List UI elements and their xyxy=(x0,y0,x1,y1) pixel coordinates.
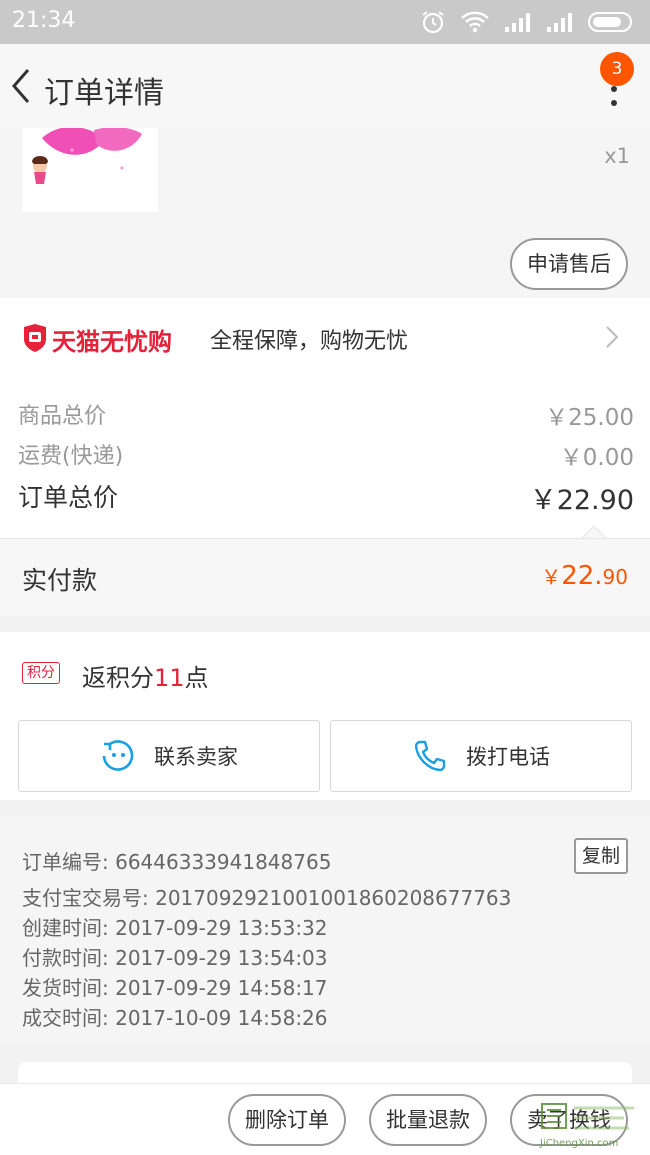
order-total-value: ￥22.90 xyxy=(529,485,634,516)
battery-icon xyxy=(588,12,632,32)
batch-refund-button[interactable]: 批量退款 xyxy=(369,1094,487,1146)
notification-badge: 3 xyxy=(600,52,634,86)
chevron-right-icon xyxy=(606,326,619,348)
nav-bar: 订单详情 3 xyxy=(0,44,650,128)
created-time: 创建时间: 2017-09-29 13:53:32 xyxy=(22,916,328,940)
product-image[interactable] xyxy=(22,128,158,212)
pointer-triangle-icon xyxy=(582,525,606,538)
currency-symbol: ￥ xyxy=(541,565,562,589)
alarm-icon xyxy=(422,11,444,34)
actual-payment-row: 实付款 ￥22.90 xyxy=(0,538,650,616)
points-text: 返积分11点 xyxy=(82,658,209,693)
apply-aftersale-button[interactable]: 申请售后 xyxy=(510,238,628,290)
wifi-icon xyxy=(461,11,489,33)
shipping-value: ￥0.00 xyxy=(559,445,634,471)
product-section: x1 申请售后 xyxy=(0,128,650,298)
signal-icon xyxy=(505,13,530,32)
shipping-label: 运费(快递) xyxy=(18,444,124,469)
status-bar: 21:34 xyxy=(0,0,650,44)
completed-time: 成交时间: 2017-10-09 14:58:26 xyxy=(22,1006,328,1030)
contact-seller-label: 联系卖家 xyxy=(154,745,238,769)
more-dot-icon xyxy=(611,86,617,92)
points-tag: 积分 xyxy=(22,662,60,684)
payment-integer: 22. xyxy=(561,561,603,591)
call-phone-button[interactable]: 拨打电话 xyxy=(330,720,632,792)
points-count: 11 xyxy=(154,664,185,692)
order-number: 订单编号: 664463339418487​65 xyxy=(22,850,332,874)
goods-total-row: 商品总价 ￥25.00 xyxy=(18,398,634,432)
alipay-trade-number: 支付宝交易号: 2017092921001001860208677763 xyxy=(22,886,512,910)
payment-decimal: 90 xyxy=(602,565,628,589)
page-title: 订单详情 xyxy=(44,76,164,111)
chevron-left-icon xyxy=(12,69,30,103)
more-dot-icon xyxy=(611,100,617,106)
order-total-label: 订单总价 xyxy=(18,483,119,512)
status-time: 21:34 xyxy=(12,8,76,33)
chat-face-icon xyxy=(102,740,134,771)
goods-total-value: ￥25.00 xyxy=(545,405,634,431)
tmall-brand-name: 天猫无忧购 xyxy=(52,328,172,356)
tmall-slogan: 全程保障，购物无忧 xyxy=(210,329,409,354)
points-contact-section: 积分 返积分11点 联系卖家 拨打电话 xyxy=(0,632,650,800)
status-icons xyxy=(420,9,636,35)
product-quantity: x1 xyxy=(604,144,630,168)
bottom-action-bar: 删除订单 批量退款 卖了换钱 xyxy=(0,1083,650,1155)
shipping-row: 运费(快递) ￥0.00 xyxy=(18,438,634,472)
signal-icon xyxy=(547,13,572,32)
delete-order-button[interactable]: 删除订单 xyxy=(228,1094,346,1146)
shipped-time: 发货时间: 2017-09-29 14:58:17 xyxy=(22,976,328,1000)
order-total-row: 订单总价 ￥22.90 xyxy=(18,478,634,517)
tmall-guarantee-row[interactable]: 天猫无忧购 全程保障，购物无忧 xyxy=(0,298,650,378)
paid-time: 付款时间: 2017-09-29 13:54:03 xyxy=(22,946,328,970)
price-summary: 商品总价 ￥25.00 运费(快递) ￥0.00 订单总价 ￥22.90 xyxy=(0,378,650,538)
points-suffix: 点 xyxy=(184,664,209,692)
call-phone-label: 拨打电话 xyxy=(466,745,550,769)
sell-for-cash-button[interactable]: 卖了换钱 xyxy=(510,1094,628,1146)
tmall-shield-icon xyxy=(24,324,46,352)
goods-total-label: 商品总价 xyxy=(18,404,107,429)
phone-icon xyxy=(414,740,446,772)
actual-payment-amount: ￥22.90 xyxy=(541,561,628,591)
back-button[interactable] xyxy=(6,64,40,108)
order-info-section: 订单编号: 664463339418487​65 复制 支付宝交易号: 2017… xyxy=(0,816,650,1044)
copy-order-number-button[interactable]: 复制 xyxy=(574,838,628,874)
actual-payment-label: 实付款 xyxy=(22,566,98,595)
contact-seller-button[interactable]: 联系卖家 xyxy=(18,720,320,792)
points-prefix: 返积分 xyxy=(82,664,154,692)
